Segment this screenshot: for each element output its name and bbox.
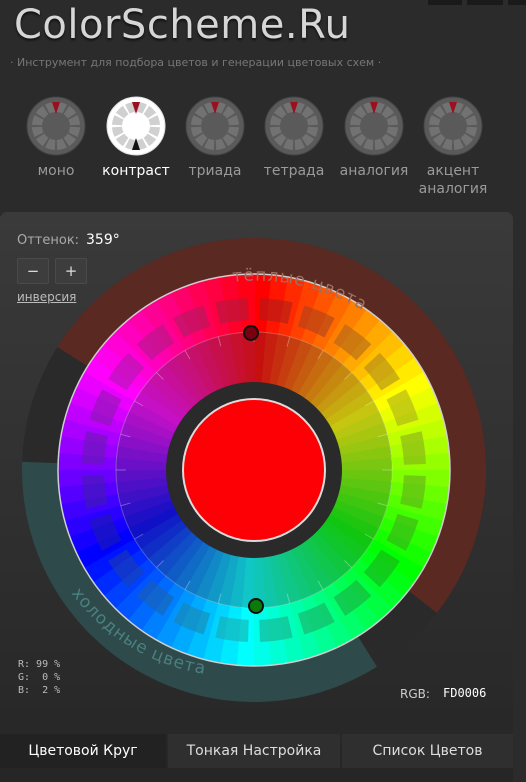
tetrad-scheme-icon [264, 96, 324, 156]
tab-mono[interactable]: моно [16, 96, 96, 180]
accent-analogy-scheme-icon [423, 96, 483, 156]
inversion-link[interactable]: инверсия [17, 290, 76, 304]
tab-fine-tuning[interactable]: Тонкая Настройка [168, 734, 340, 768]
rgb-b-percent: B: 2 % [18, 685, 61, 696]
tab-tetrad[interactable]: тетрада [254, 96, 334, 180]
primary-hue-handle[interactable] [243, 325, 259, 341]
hue-value: 359° [86, 232, 120, 248]
tab-contrast-label: контраст [102, 163, 170, 179]
hue-increase-button[interactable]: + [55, 258, 87, 284]
top-menu-button-3[interactable] [508, 0, 526, 5]
top-menu-button-1[interactable] [428, 0, 462, 5]
tab-analogy-label: аналогия [339, 163, 409, 179]
tab-triad-label: триада [188, 163, 242, 179]
mono-scheme-icon [26, 96, 86, 156]
tab-color-list[interactable]: Список Цветов [342, 734, 513, 768]
hue-label: Оттенок: [17, 233, 80, 248]
tab-tetrad-label: тетрада [263, 163, 325, 179]
tab-analogy[interactable]: аналогия [334, 96, 414, 180]
rgb-g-percent: G: 0 % [18, 672, 61, 683]
tab-color-wheel[interactable]: Цветовой Круг [0, 734, 166, 768]
tab-contrast[interactable]: контраст [96, 96, 176, 180]
analogy-scheme-icon [344, 96, 404, 156]
top-menu-button-2[interactable] [467, 0, 503, 5]
rgb-label: RGB: [400, 687, 430, 701]
site-tagline: · Инструмент для подбора цветов и генера… [10, 56, 382, 69]
tab-triad[interactable]: триада [175, 96, 255, 180]
selected-color-swatch [182, 398, 326, 542]
color-wheel[interactable]: тёплые цвета холодные цвета [0, 212, 513, 732]
rgb-hex-value[interactable]: FD0006 [443, 686, 486, 700]
site-logo[interactable]: ColorScheme.Ru [14, 2, 350, 48]
hue-decrease-button[interactable]: − [17, 258, 49, 284]
tab-accent-label-line2: аналогия [418, 181, 488, 197]
contrast-hue-handle[interactable] [248, 598, 264, 614]
triad-scheme-icon [185, 96, 245, 156]
rgb-r-percent: R: 99 % [18, 659, 61, 670]
tab-mono-label: моно [37, 163, 75, 179]
contrast-scheme-icon [106, 96, 166, 156]
tab-accent-label-line1: акцент [426, 163, 480, 179]
tab-accent-analogy-label: акцент аналогия [413, 162, 493, 198]
scheme-type-tabs: моно контраст триада тетрада аналогия ак… [0, 96, 526, 206]
tab-accent-analogy[interactable]: акцент аналогия [413, 96, 493, 198]
